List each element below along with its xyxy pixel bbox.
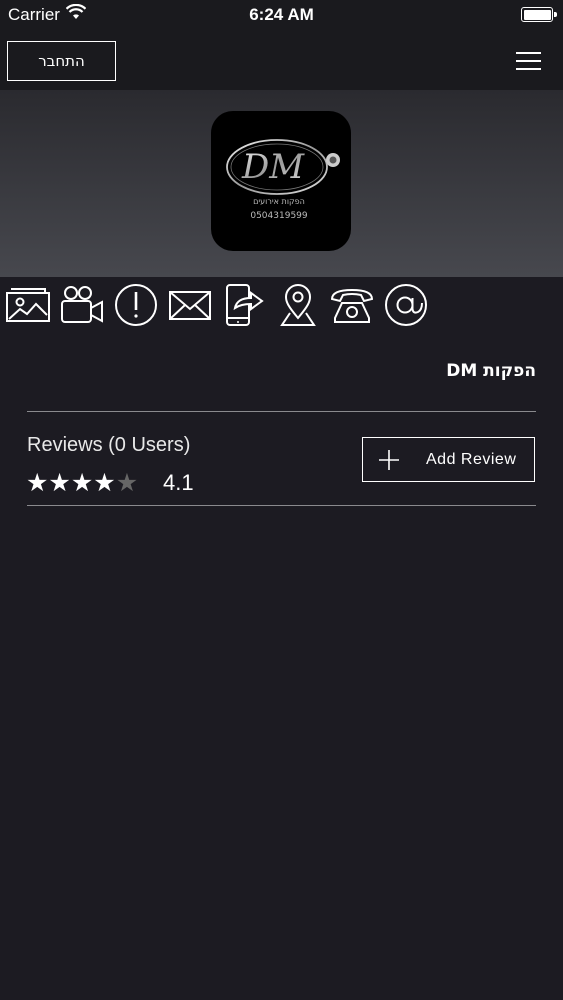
logo-phone: 0504319599	[250, 211, 308, 221]
status-bar: Carrier 6:24 AM	[0, 0, 563, 30]
star-filled-icon: ★	[48, 468, 71, 497]
star-empty-icon: ★	[115, 468, 139, 497]
status-time: 6:24 AM	[249, 5, 314, 24]
add-review-button[interactable]: Add Review	[362, 437, 535, 482]
telephone-icon[interactable]	[329, 282, 375, 328]
rating-stars: ★★★★★	[26, 468, 138, 497]
logo-initials: DM	[241, 147, 305, 187]
login-button[interactable]: התחבר	[7, 41, 116, 81]
hamburger-menu-icon[interactable]	[516, 51, 541, 71]
star-filled-icon: ★	[93, 468, 116, 497]
nav-bar: התחבר	[0, 30, 563, 90]
action-icon-row	[0, 282, 563, 328]
mail-icon[interactable]	[167, 282, 213, 328]
battery-fill	[523, 9, 551, 20]
business-logo[interactable]: DM הפקות אירועים 0504319599	[211, 111, 351, 251]
reviews-title: Reviews (0 Users)	[27, 434, 191, 456]
share-phone-icon[interactable]	[221, 282, 267, 328]
logo-graphic: DM הפקות אירועים 0504319599	[226, 139, 340, 221]
add-review-label: Add Review	[426, 451, 517, 468]
star-filled-icon: ★	[26, 468, 49, 497]
location-pin-icon[interactable]	[275, 282, 321, 328]
plus-icon	[379, 450, 399, 470]
rating-value: 4.1	[163, 470, 194, 495]
info-alert-icon[interactable]	[113, 282, 159, 328]
star-filled-icon: ★	[70, 468, 94, 497]
logo-subtitle: הפקות אירועים	[253, 197, 305, 206]
gallery-icon[interactable]	[5, 282, 51, 328]
video-camera-icon[interactable]	[59, 282, 105, 328]
header-area: DM הפקות אירועים 0504319599	[0, 90, 563, 277]
business-name: הפקות DM	[446, 361, 536, 381]
at-sign-icon[interactable]	[383, 282, 429, 328]
battery-icon	[521, 7, 557, 22]
divider	[27, 505, 536, 506]
divider	[27, 411, 536, 412]
